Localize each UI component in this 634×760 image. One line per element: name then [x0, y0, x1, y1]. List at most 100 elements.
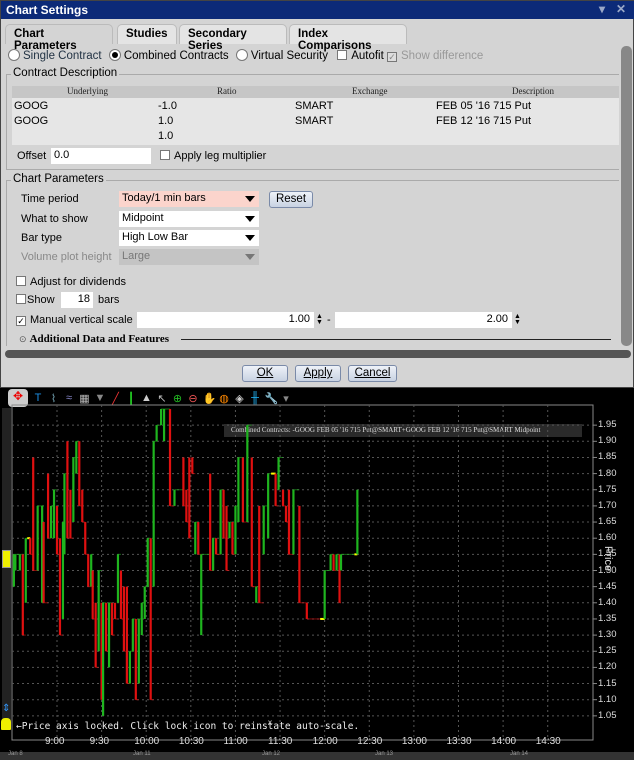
- what-to-show-label: What to show: [21, 213, 88, 225]
- x-tick-label: 13:30: [446, 736, 472, 747]
- x-tick-label: 12:00: [312, 736, 338, 747]
- contract-table: GOOG -1.0 SMART FEB 05 '16 715 Put GOOG …: [12, 98, 619, 145]
- column-header: Ratio: [217, 86, 237, 96]
- cell: SMART: [295, 115, 334, 127]
- date-label: Jan 14: [510, 751, 529, 757]
- cell: -1.0: [158, 100, 177, 112]
- mode-row: Single Contract Combined Contracts Virtu…: [8, 49, 483, 62]
- y-tick-label: 1.90: [598, 435, 617, 447]
- time-period-select[interactable]: Today/1 min bars: [119, 191, 259, 207]
- chevron-down-icon: [245, 216, 255, 222]
- date-label: Jan 12: [262, 751, 281, 757]
- additional-data-expander[interactable]: ⊙ Additional Data and Features: [19, 333, 611, 345]
- chevron-down-icon: [245, 235, 255, 241]
- y-tick-label: 1.80: [598, 467, 617, 479]
- cell: 1.0: [158, 130, 174, 142]
- volume-plot-height-select: Large: [119, 249, 259, 265]
- date-label: Jan 8: [8, 751, 23, 757]
- what-to-show-select[interactable]: Midpoint: [119, 211, 259, 227]
- group-legend: Chart Parameters: [11, 173, 106, 185]
- y-tick-label: 1.95: [598, 419, 617, 431]
- offset-input[interactable]: 0.0: [51, 148, 151, 164]
- x-tick-label: 10:30: [178, 736, 204, 747]
- show-difference-checkbox[interactable]: ✓ Show difference: [387, 50, 483, 62]
- y-tick-label: 1.15: [598, 677, 617, 689]
- date-scrollbar[interactable]: Jan 8 Jan 11 Jan 12 Jan 13 Jan 14: [0, 751, 634, 760]
- bars-label: bars: [98, 294, 120, 306]
- chevron-down-icon: [245, 196, 255, 202]
- x-tick-label: 14:30: [535, 736, 561, 747]
- cell: FEB 12 '16 715 Put: [436, 115, 532, 127]
- scroll-handle[interactable]: [2, 550, 11, 568]
- lock-icon[interactable]: [1, 718, 11, 730]
- apply-button[interactable]: Apply: [295, 365, 341, 382]
- close-lock-message-icon[interactable]: x: [268, 718, 272, 727]
- volume-plot-height-label: Volume plot height: [21, 251, 112, 263]
- table-row[interactable]: GOOG 1.0 SMART FEB 12 '16 715 Put: [12, 115, 619, 129]
- y-tick-label: 1.60: [598, 532, 617, 544]
- offset-label: Offset: [17, 150, 47, 162]
- price-chart[interactable]: [0, 388, 634, 760]
- reset-button[interactable]: Reset: [269, 191, 313, 208]
- y-tick-label: 1.45: [598, 580, 617, 592]
- table-row[interactable]: 1.0: [12, 130, 619, 144]
- y-tick-label: 1.85: [598, 451, 617, 463]
- tab-secondary-series[interactable]: Secondary Series: [179, 24, 287, 52]
- fit-icon[interactable]: ⇕: [2, 703, 10, 714]
- close-icon[interactable]: ✕: [616, 2, 626, 16]
- tab-chart-parameters[interactable]: Chart Parameters: [5, 24, 113, 52]
- autofit-checkbox[interactable]: Autofit: [337, 50, 384, 62]
- cell: 1.0: [158, 115, 174, 127]
- lock-message: ←Price axis locked. Click lock icon to r…: [16, 721, 360, 732]
- time-period-label: Time period: [21, 193, 79, 205]
- manual-vertical-scale-checkbox[interactable]: ✓ Manual vertical scale: [16, 314, 133, 326]
- show-bars-input[interactable]: 18: [61, 292, 93, 308]
- cell: GOOG: [14, 115, 49, 127]
- apply-leg-multiplier-checkbox[interactable]: Apply leg multiplier: [160, 150, 266, 162]
- vertical-scrollbar[interactable]: [621, 46, 632, 346]
- y-tick-label: 1.25: [598, 645, 617, 657]
- horizontal-scrollbar[interactable]: [5, 350, 631, 358]
- x-tick-label: 9:30: [89, 736, 110, 747]
- chart-panel: ✥ T ⌇ ≈ ▦ ▼ ╱ ┃ ▲ ↖ ⊕ ⊖ ✋ ◍ ◈ ╫ 🔧 ▾ Combined Contracts: …: [0, 388, 634, 760]
- y-tick-label: 1.35: [598, 612, 617, 624]
- tab-studies[interactable]: Studies: [117, 24, 177, 44]
- y-tick-label: 1.50: [598, 564, 617, 576]
- ok-button[interactable]: OK: [242, 365, 288, 382]
- dropdown-icon[interactable]: ▾: [599, 2, 605, 16]
- y-tick-label: 1.20: [598, 661, 617, 673]
- date-label: Jan 13: [375, 751, 394, 757]
- show-bars-checkbox[interactable]: Show: [16, 294, 55, 306]
- price-axis-scrollbar[interactable]: [2, 408, 11, 728]
- scale-max-input[interactable]: 2.00: [335, 312, 512, 328]
- bar-type-label: Bar type: [21, 232, 62, 244]
- table-row[interactable]: GOOG -1.0 SMART FEB 05 '16 715 Put: [12, 100, 619, 114]
- y-tick-label: 1.65: [598, 516, 617, 528]
- y-tick-label: 1.70: [598, 499, 617, 511]
- tab-index-comparisons[interactable]: Index Comparisons: [289, 24, 407, 52]
- scale-max-spinner[interactable]: ▲ ▼: [514, 313, 523, 326]
- column-header: Underlying: [67, 86, 108, 96]
- y-tick-label: 1.30: [598, 629, 617, 641]
- column-header: Exchange: [352, 86, 388, 96]
- y-tick-label: 1.40: [598, 596, 617, 608]
- scale-min-input[interactable]: 1.00: [137, 312, 314, 328]
- x-tick-label: 13:00: [401, 736, 427, 747]
- radio-combined-contracts[interactable]: Combined Contracts: [108, 49, 229, 62]
- y-tick-label: 1.55: [598, 548, 617, 560]
- scale-separator: -: [327, 314, 331, 326]
- bar-type-select[interactable]: High Low Bar: [119, 230, 259, 246]
- chart-settings-dialog: Chart Settings ▾ ✕ Chart Parameters Stud…: [0, 0, 634, 388]
- radio-single-contract[interactable]: Single Contract: [8, 49, 102, 62]
- y-tick-label: 1.75: [598, 483, 617, 495]
- cancel-button[interactable]: Cancel: [348, 365, 397, 382]
- y-tick-label: 1.05: [598, 709, 617, 721]
- adjust-dividends-checkbox[interactable]: Adjust for dividends: [16, 276, 126, 288]
- x-tick-label: 9:00: [45, 736, 65, 747]
- x-tick-label: 10:00: [134, 736, 160, 747]
- radio-virtual-security[interactable]: Virtual Security: [235, 49, 328, 62]
- cell: GOOG: [14, 100, 49, 112]
- scale-min-spinner[interactable]: ▲ ▼: [316, 313, 325, 326]
- chart-parameters-group: Chart Parameters Time period Today/1 min…: [6, 173, 619, 346]
- cell: FEB 05 '16 715 Put: [436, 100, 532, 112]
